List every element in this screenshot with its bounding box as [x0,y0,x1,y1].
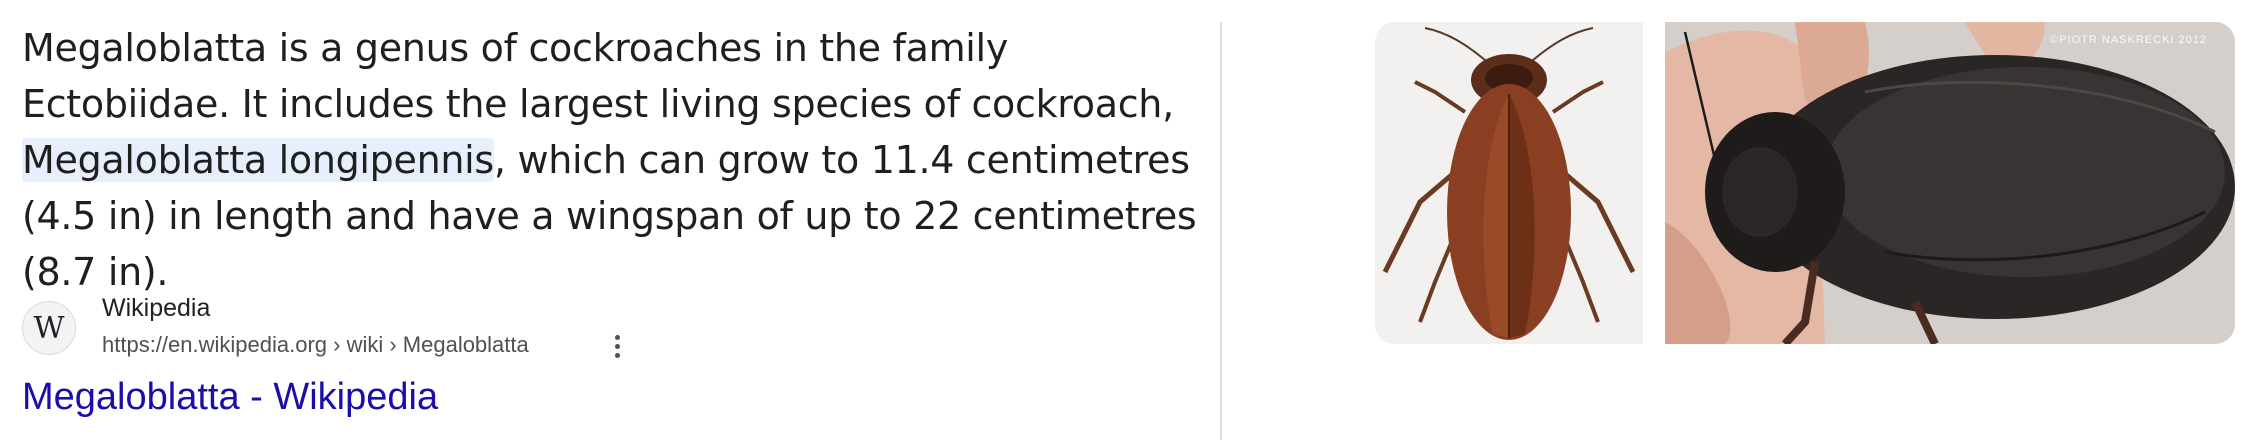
featured-snippet: Megaloblatta is a genus of cockroaches i… [22,0,1202,418]
image-strip: ©PIOTR NASKRECKI 2012 [1375,22,2235,344]
more-options-icon[interactable] [602,330,632,362]
snippet-text-part1: Megaloblatta is a genus of cockroaches i… [22,26,1174,126]
column-divider [1220,22,1222,440]
snippet-text: Megaloblatta is a genus of cockroaches i… [22,0,1202,300]
search-result-panel: Megaloblatta is a genus of cockroaches i… [0,0,2242,440]
site-url-breadcrumb: https://en.wikipedia.org › wiki › Megalo… [102,332,529,357]
cockroach-in-hand-photo-image[interactable]: ©PIOTR NASKRECKI 2012 [1665,22,2235,344]
source-attribution[interactable]: W Wikipedia https://en.wikipedia.org › w… [22,290,662,370]
wikipedia-favicon-icon: W [22,301,76,355]
cockroach-illustration-image[interactable] [1375,22,1643,344]
photo-watermark: ©PIOTR NASKRECKI 2012 [2050,34,2207,46]
snippet-highlight: Megaloblatta longipennis [22,138,494,182]
site-name: Wikipedia [102,294,211,322]
result-title-link[interactable]: Megaloblatta - Wikipedia [22,372,438,422]
